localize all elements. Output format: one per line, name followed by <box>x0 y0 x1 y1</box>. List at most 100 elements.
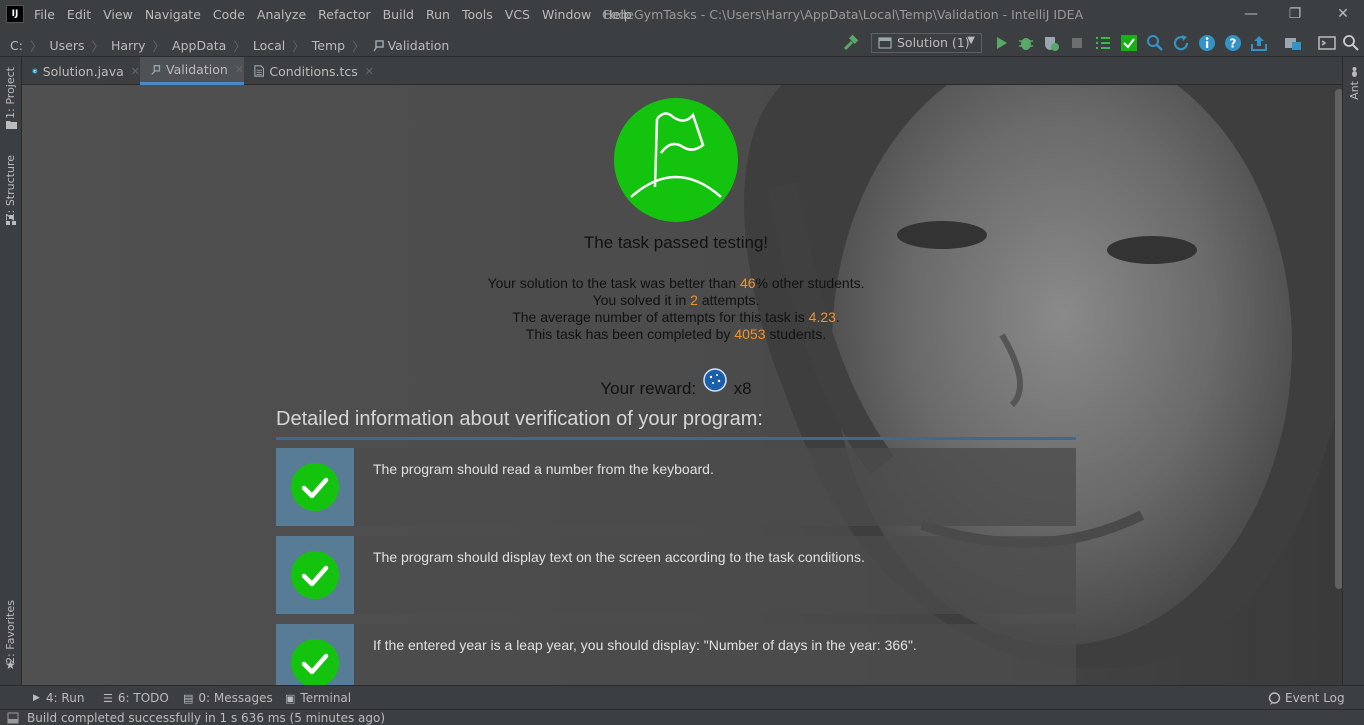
menu-item-file[interactable]: File <box>34 7 61 22</box>
favorites-tool-label: 2: Favorites <box>4 600 17 664</box>
todo-tool-window-button[interactable]: ☰ 6: TODO <box>103 691 169 705</box>
vertical-scrollbar[interactable] <box>1335 89 1342 589</box>
check-text: The program should display text on the s… <box>373 549 865 565</box>
application-icon <box>878 37 892 49</box>
tab-solution-java[interactable]: C Solution.java ✕ <box>30 57 140 85</box>
check-task-icon[interactable] <box>1120 34 1138 52</box>
todo-icon: ☰ <box>103 691 113 705</box>
project-tool-label: 1: Project <box>4 67 17 119</box>
terminal-tool-window-button[interactable]: ▣ Terminal <box>285 691 351 705</box>
breadcrumb-separator: 〉 <box>29 39 43 54</box>
coverage-icon[interactable] <box>1042 34 1060 52</box>
stat-line: Your solution to the task was better tha… <box>22 275 1330 291</box>
document-icon <box>254 65 265 77</box>
terminal-icon[interactable] <box>1318 34 1336 52</box>
validation-panel: The task passed testing! Your solution t… <box>22 85 1342 685</box>
help-icon[interactable]: ? <box>1224 34 1242 52</box>
menu-item-window[interactable]: Window <box>542 7 597 22</box>
check-text: If the entered year is a leap year, you … <box>373 637 917 653</box>
project-tool-window-button[interactable]: 1: Project <box>4 67 17 119</box>
result-headline: The task passed testing! <box>583 233 769 252</box>
status-bar-toggle-icon[interactable] <box>7 712 19 724</box>
stat-line: The average number of attempts for this … <box>22 309 1330 325</box>
stat-text: Your solution to the task was better tha… <box>487 275 740 291</box>
reward-coin-icon <box>703 368 727 392</box>
upload-icon[interactable] <box>1250 34 1268 52</box>
close-tab-icon[interactable]: ✕ <box>235 63 244 76</box>
menu-item-vcs[interactable]: VCS <box>505 7 536 22</box>
menu-item-refactor[interactable]: Refactor <box>318 7 376 22</box>
stat-text: . <box>835 309 840 325</box>
breadcrumb-item[interactable]: Validation <box>388 38 450 53</box>
favorites-tool-window-button[interactable]: 2: Favorites <box>4 600 17 664</box>
flag-success-icon <box>614 98 738 222</box>
menu-item-run[interactable]: Run <box>426 7 456 22</box>
menu-item-edit[interactable]: Edit <box>67 7 97 22</box>
breadcrumb-item[interactable]: Harry <box>111 38 146 53</box>
validation-icon <box>372 40 384 52</box>
breadcrumb-item[interactable]: Local <box>253 38 285 53</box>
project-structure-icon[interactable] <box>1284 34 1302 52</box>
build-hammer-icon[interactable] <box>842 34 860 52</box>
run-configuration-label: Solution (1) <box>897 35 970 50</box>
debug-icon[interactable] <box>1017 34 1035 52</box>
tab-validation[interactable]: Validation ✕ <box>140 57 244 85</box>
restore-button[interactable]: ❐ <box>1284 4 1306 24</box>
messages-icon: ▤ <box>183 691 194 705</box>
checkmark-icon <box>291 551 339 599</box>
tab-conditions-tcs[interactable]: Conditions.tcs ✕ <box>254 57 374 85</box>
check-text: The program should read a number from th… <box>373 461 714 477</box>
event-log-button[interactable]: Event Log <box>1268 691 1345 705</box>
menu-item-navigate[interactable]: Navigate <box>145 7 207 22</box>
reward-count: x8 <box>733 379 752 398</box>
run-configuration-select[interactable]: Solution (1) ▼ <box>871 33 982 53</box>
chevron-down-icon: ▼ <box>967 35 975 46</box>
details-title: Detailed information about verification … <box>276 408 1076 440</box>
close-tab-icon[interactable]: ✕ <box>131 65 140 78</box>
breadcrumb-item[interactable]: C: <box>10 38 23 53</box>
menu-item-view[interactable]: View <box>103 7 139 22</box>
messages-tool-window-button[interactable]: ▤ 0: Messages <box>183 691 273 705</box>
stop-icon[interactable] <box>1068 34 1086 52</box>
reward-label: Your reward: <box>600 379 697 398</box>
info-icon[interactable] <box>1198 34 1216 52</box>
minimize-button[interactable]: — <box>1240 4 1262 24</box>
menu-item-build[interactable]: Build <box>383 7 420 22</box>
terminal-icon: ▣ <box>285 691 296 705</box>
menu-item-tools[interactable]: Tools <box>462 7 499 22</box>
breadcrumb-separator: 〉 <box>91 39 104 54</box>
breadcrumb-item[interactable]: Temp <box>312 38 345 53</box>
stat-text: The average number of attempts for this … <box>512 309 809 325</box>
run-icon[interactable] <box>992 34 1010 52</box>
stat-value: 2 <box>690 292 698 308</box>
breadcrumb-item[interactable]: AppData <box>172 38 226 53</box>
breadcrumb-separator: 〉 <box>152 39 166 54</box>
structure-tool-window-button[interactable]: Z: Structure <box>4 155 17 221</box>
terminal-tool-label: Terminal <box>300 691 352 705</box>
run-tool-label: 4: Run <box>45 691 85 705</box>
event-log-label: Event Log <box>1285 691 1345 705</box>
check-item: The program should display text on the s… <box>276 536 1076 614</box>
status-text: Build completed successfully in 1 s 636 … <box>27 711 386 725</box>
intellij-logo-icon: IJ <box>6 5 24 23</box>
search-task-icon[interactable] <box>1146 34 1164 52</box>
breadcrumb-item[interactable]: Users <box>49 38 84 53</box>
check-status-cell <box>276 536 354 614</box>
search-everywhere-icon[interactable] <box>1342 34 1360 52</box>
menu-item-analyze[interactable]: Analyze <box>257 7 312 22</box>
check-item: If the entered year is a leap year, you … <box>276 624 1076 685</box>
close-button[interactable]: ✕ <box>1332 4 1354 24</box>
tab-label: Solution.java <box>42 63 124 79</box>
reward-line: Your reward: x8 <box>22 368 1330 399</box>
status-bar: Build completed successfully in 1 s 636 … <box>0 709 1364 725</box>
stat-text: You solved it in <box>592 292 691 308</box>
breadcrumb-separator: 〉 <box>352 39 365 54</box>
ant-tool-window-button[interactable]: Ant <box>1348 81 1361 100</box>
refresh-icon[interactable] <box>1172 34 1190 52</box>
run-tool-window-button[interactable]: ▶ 4: Run <box>33 691 84 705</box>
task-list-icon[interactable] <box>1094 34 1112 52</box>
menu-item-code[interactable]: Code <box>213 7 251 22</box>
stat-value: 4053 <box>734 326 766 342</box>
close-tab-icon[interactable]: ✕ <box>365 65 374 78</box>
svg-text:C: C <box>34 69 37 73</box>
